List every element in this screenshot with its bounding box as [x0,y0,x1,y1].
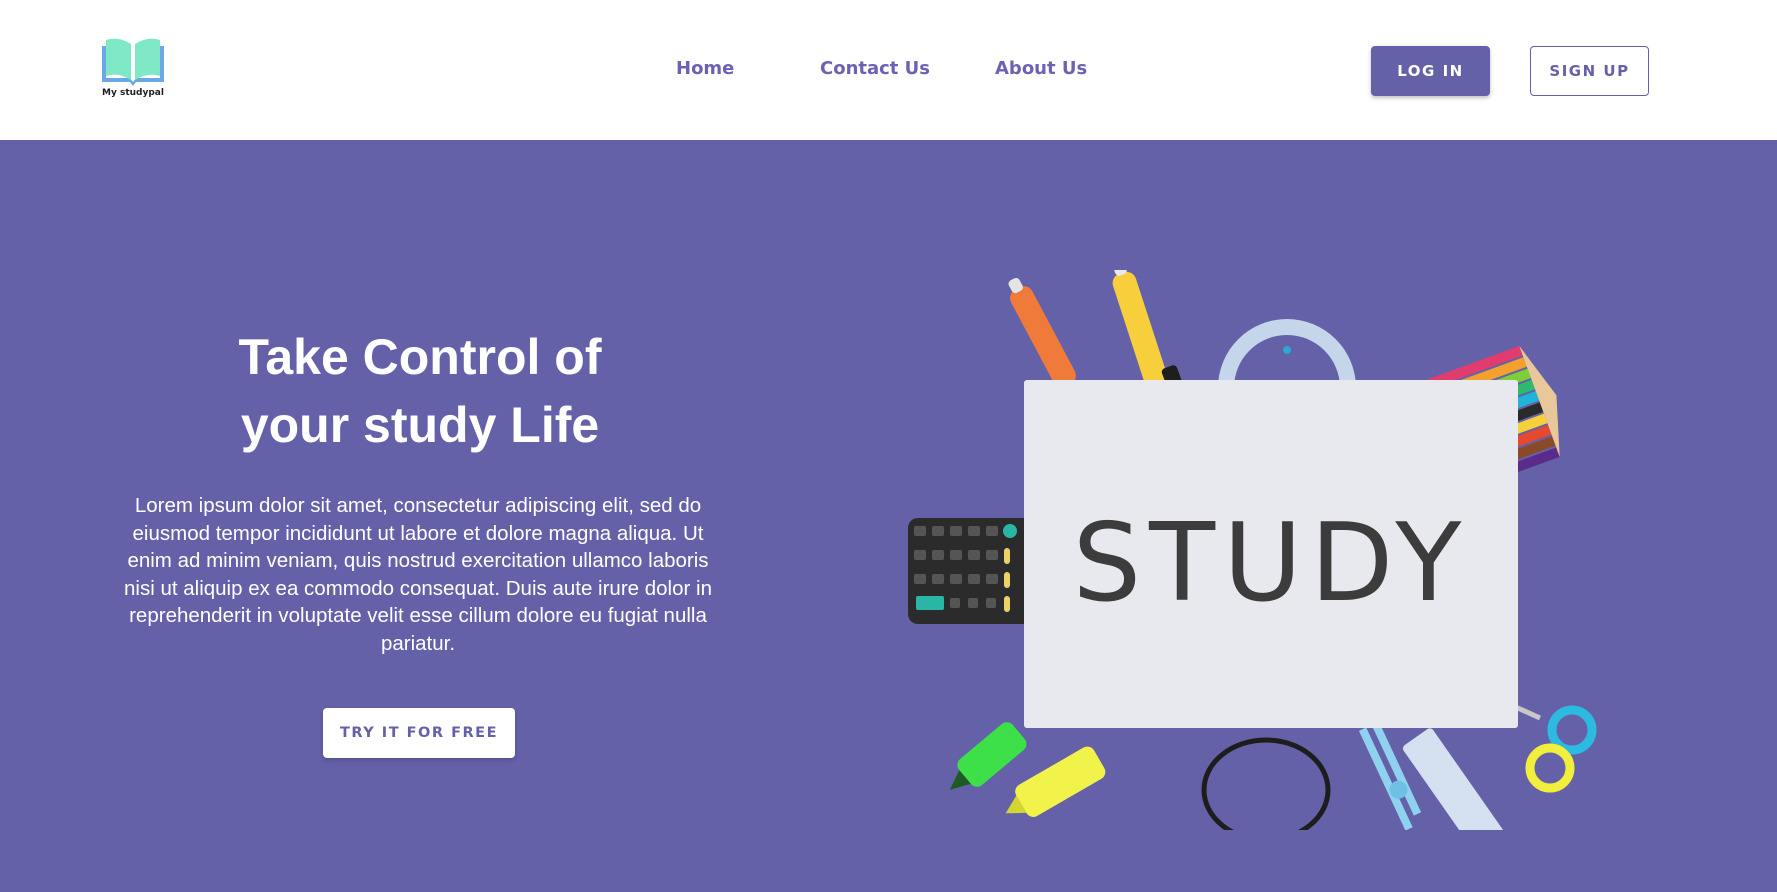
nav-about-us[interactable]: About Us [995,58,1087,79]
try-for-free-button[interactable]: TRY IT FOR FREE [323,708,515,758]
logo-text: My studypal [102,88,164,98]
hero-title-line-2: your study Life [240,397,600,453]
login-button[interactable]: LOG IN [1371,46,1490,96]
hero-title: Take Control of your study Life [160,323,680,459]
study-supplies-illustration: STUDY [908,270,1597,830]
site-header: My studypal Home Contact Us About Us LOG… [0,0,1777,140]
nav-home[interactable]: Home [676,58,734,79]
nav-contact-us[interactable]: Contact Us [820,58,930,79]
open-book-icon [102,38,164,86]
study-card-word: STUDY [1073,501,1470,626]
hero-description: Lorem ipsum dolor sit amet, consectetur … [124,494,712,655]
hero-title-line-1: Take Control of [238,329,602,385]
signup-button[interactable]: SIGN UP [1530,46,1649,96]
hero-section: Take Control of your study Life Lorem ip… [0,140,1777,892]
logo[interactable]: My studypal [98,36,168,102]
